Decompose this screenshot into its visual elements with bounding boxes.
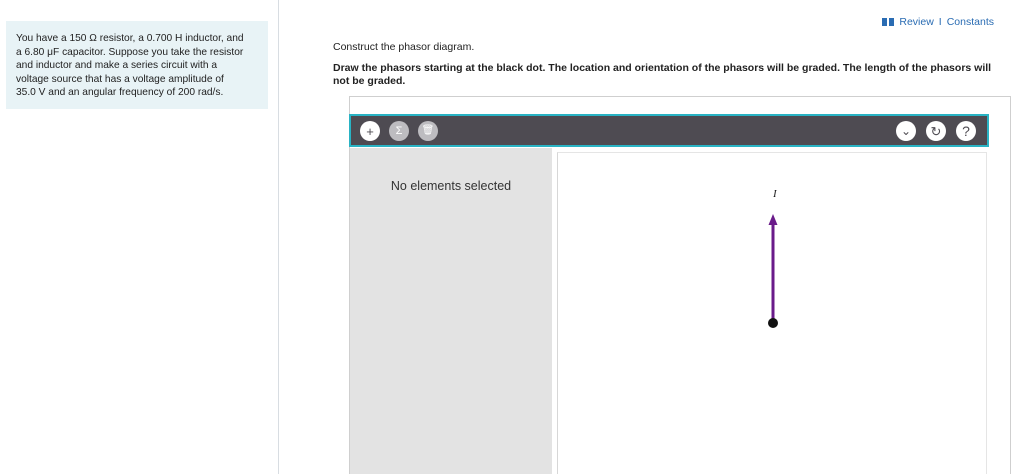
problem-line: a 6.80 μF capacitor. Suppose you take th…: [16, 46, 244, 58]
trash-icon: 🗑: [421, 125, 435, 136]
problem-line: You have a 150 Ω resistor, a 0.700 H ind…: [16, 33, 244, 44]
review-constants-links: Review I Constants: [882, 16, 994, 28]
delete-button[interactable]: 🗑: [418, 121, 438, 141]
reset-icon: ↻: [930, 123, 942, 139]
sigma-icon: Σ: [395, 124, 403, 137]
add-phasor-button[interactable]: +: [360, 121, 380, 141]
review-link[interactable]: Review: [899, 16, 933, 28]
canvas-svg: [768, 214, 778, 328]
part-prompt: Construct the phasor diagram.: [333, 41, 475, 53]
problem-line: 35.0 V and an angular frequency of 200 r…: [16, 87, 224, 99]
problem-line: and inductor and make a series circuit w…: [16, 60, 218, 72]
options-dropdown-button[interactable]: ⌄: [896, 121, 916, 141]
origin-dot[interactable]: [768, 318, 778, 328]
help-button[interactable]: ?: [956, 121, 976, 141]
part-instructions: Draw the phasors starting at the black d…: [333, 62, 992, 87]
link-separator: I: [938, 16, 942, 28]
reset-button[interactable]: ↻: [926, 121, 946, 141]
constants-link[interactable]: Constants: [947, 16, 994, 28]
book-icon: [882, 18, 895, 26]
chevron-down-icon: ⌄: [900, 124, 912, 138]
help-icon: ?: [962, 123, 970, 139]
plus-icon: +: [366, 123, 374, 139]
column-divider: [278, 0, 279, 474]
properties-panel: No elements selected: [350, 148, 552, 474]
sum-vectors-button[interactable]: Σ: [389, 121, 409, 141]
problem-line: voltage source that has a voltage amplit…: [16, 73, 224, 85]
drawing-canvas[interactable]: I: [557, 152, 987, 474]
problem-statement: You have a 150 Ω resistor, a 0.700 H ind…: [6, 21, 268, 109]
selection-status: No elements selected: [390, 179, 512, 193]
current-phasor-arrowhead[interactable]: [768, 214, 778, 225]
drawing-toolbar: + Σ 🗑 ⌄ ↻ ?: [349, 114, 989, 147]
